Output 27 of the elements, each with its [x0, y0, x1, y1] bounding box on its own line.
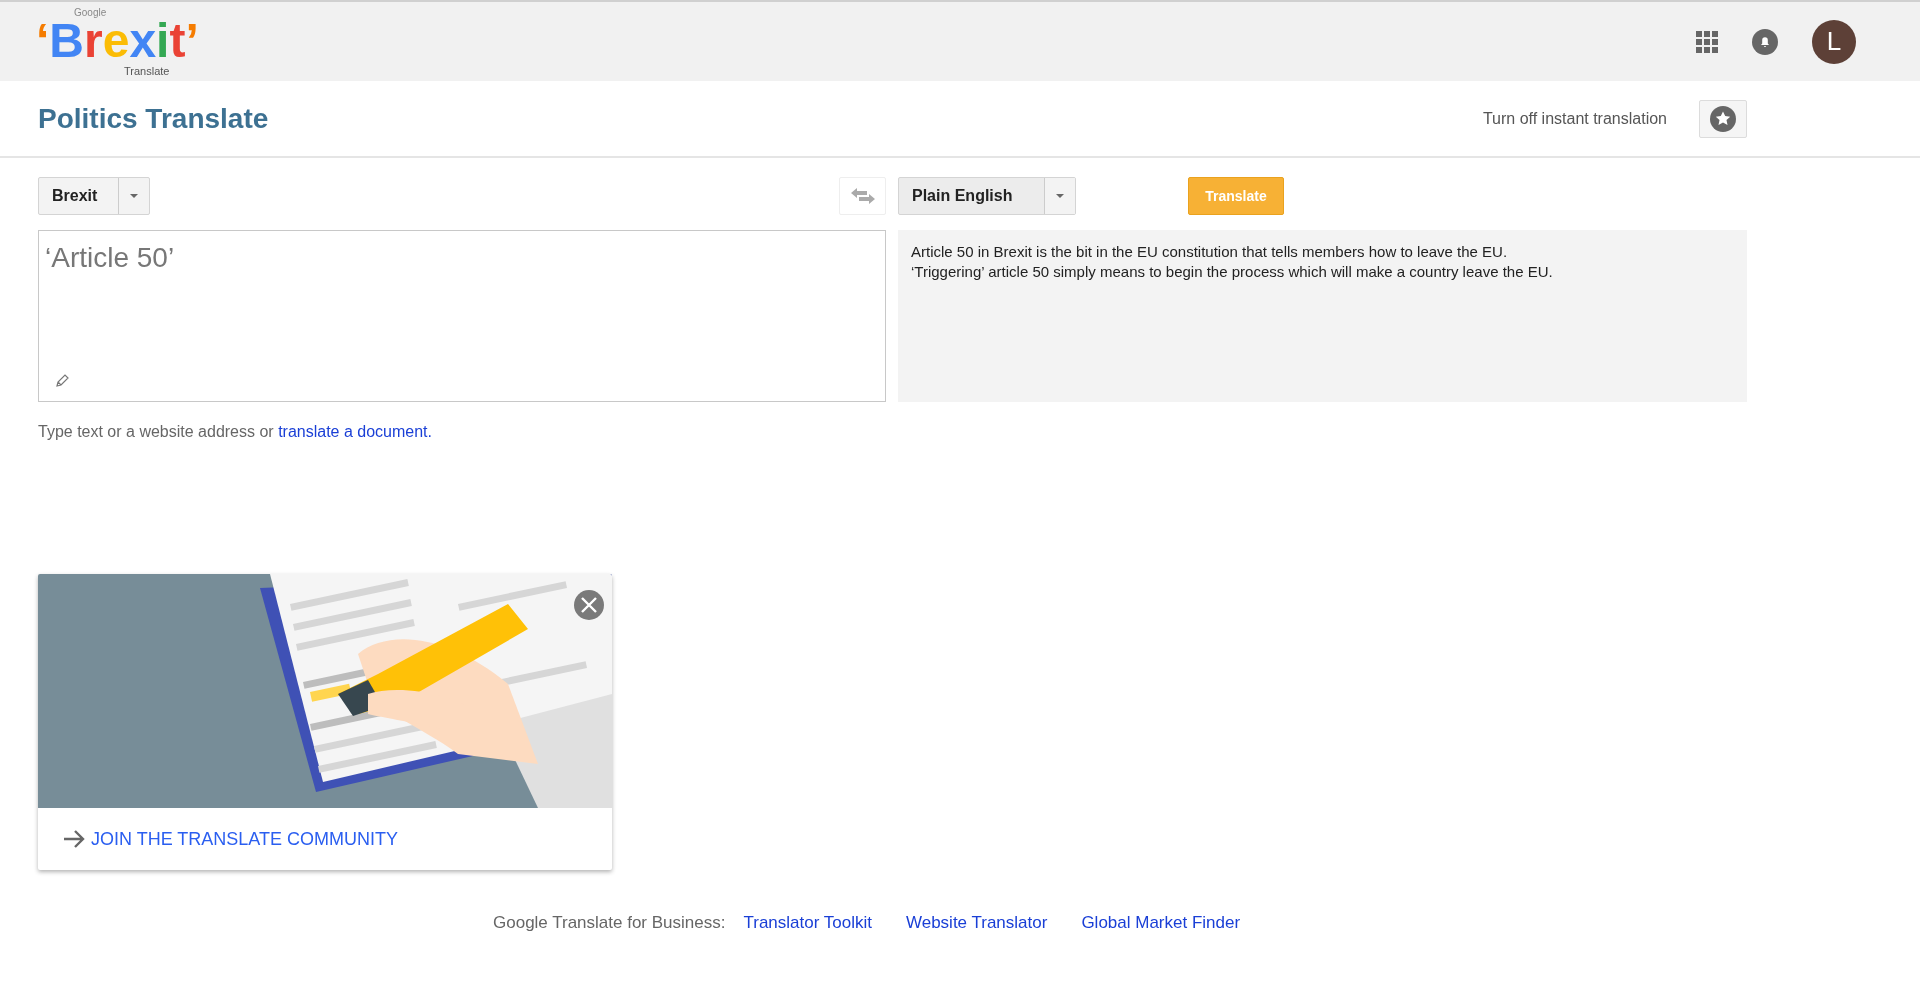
source-text-field[interactable]: ‘Article 50’ — [38, 230, 886, 402]
account-avatar[interactable]: L — [1812, 19, 1856, 64]
arrow-right-icon — [63, 830, 85, 848]
target-language-select[interactable]: Plain English — [898, 177, 1076, 215]
join-community-link[interactable]: JOIN THE TRANSLATE COMMUNITY — [38, 808, 612, 870]
caret-icon — [129, 193, 139, 199]
logo-wordmark: ‘Brexit’ — [36, 21, 199, 60]
swap-arrows-icon — [850, 188, 875, 204]
apps-grid-icon[interactable] — [1696, 30, 1718, 53]
close-icon — [581, 597, 597, 613]
page-title: Politics Translate — [38, 101, 269, 136]
instant-translation-toggle[interactable]: Turn off instant translation — [1482, 106, 1667, 131]
business-link[interactable]: Website Translator — [905, 910, 1048, 936]
business-link[interactable]: Global Market Finder — [1081, 910, 1241, 936]
logo-subtitle: Translate — [124, 64, 170, 79]
caret-icon — [1055, 193, 1065, 199]
source-language-select[interactable]: Brexit — [38, 177, 150, 215]
translate-document-link[interactable]: translate a document. — [278, 423, 432, 440]
translation-line: Article 50 in Brexit is the bit in the EU constitution that tells members how to leave the EU. — [911, 242, 1509, 262]
logo-brand-text: Google — [74, 7, 107, 18]
input-hint: Type text or a website address or translate a document. — [38, 422, 433, 442]
business-link[interactable]: Translator Toolkit — [743, 910, 872, 936]
notification-bell-icon[interactable] — [1752, 28, 1778, 55]
business-label: Google Translate for Business: — [493, 912, 726, 934]
favorite-button[interactable] — [1699, 99, 1747, 138]
pencil-icon[interactable] — [56, 373, 70, 387]
translation-line: ‘Triggering’ article 50 simply means to begin the process which will make a country leave the EU. — [911, 262, 1554, 282]
